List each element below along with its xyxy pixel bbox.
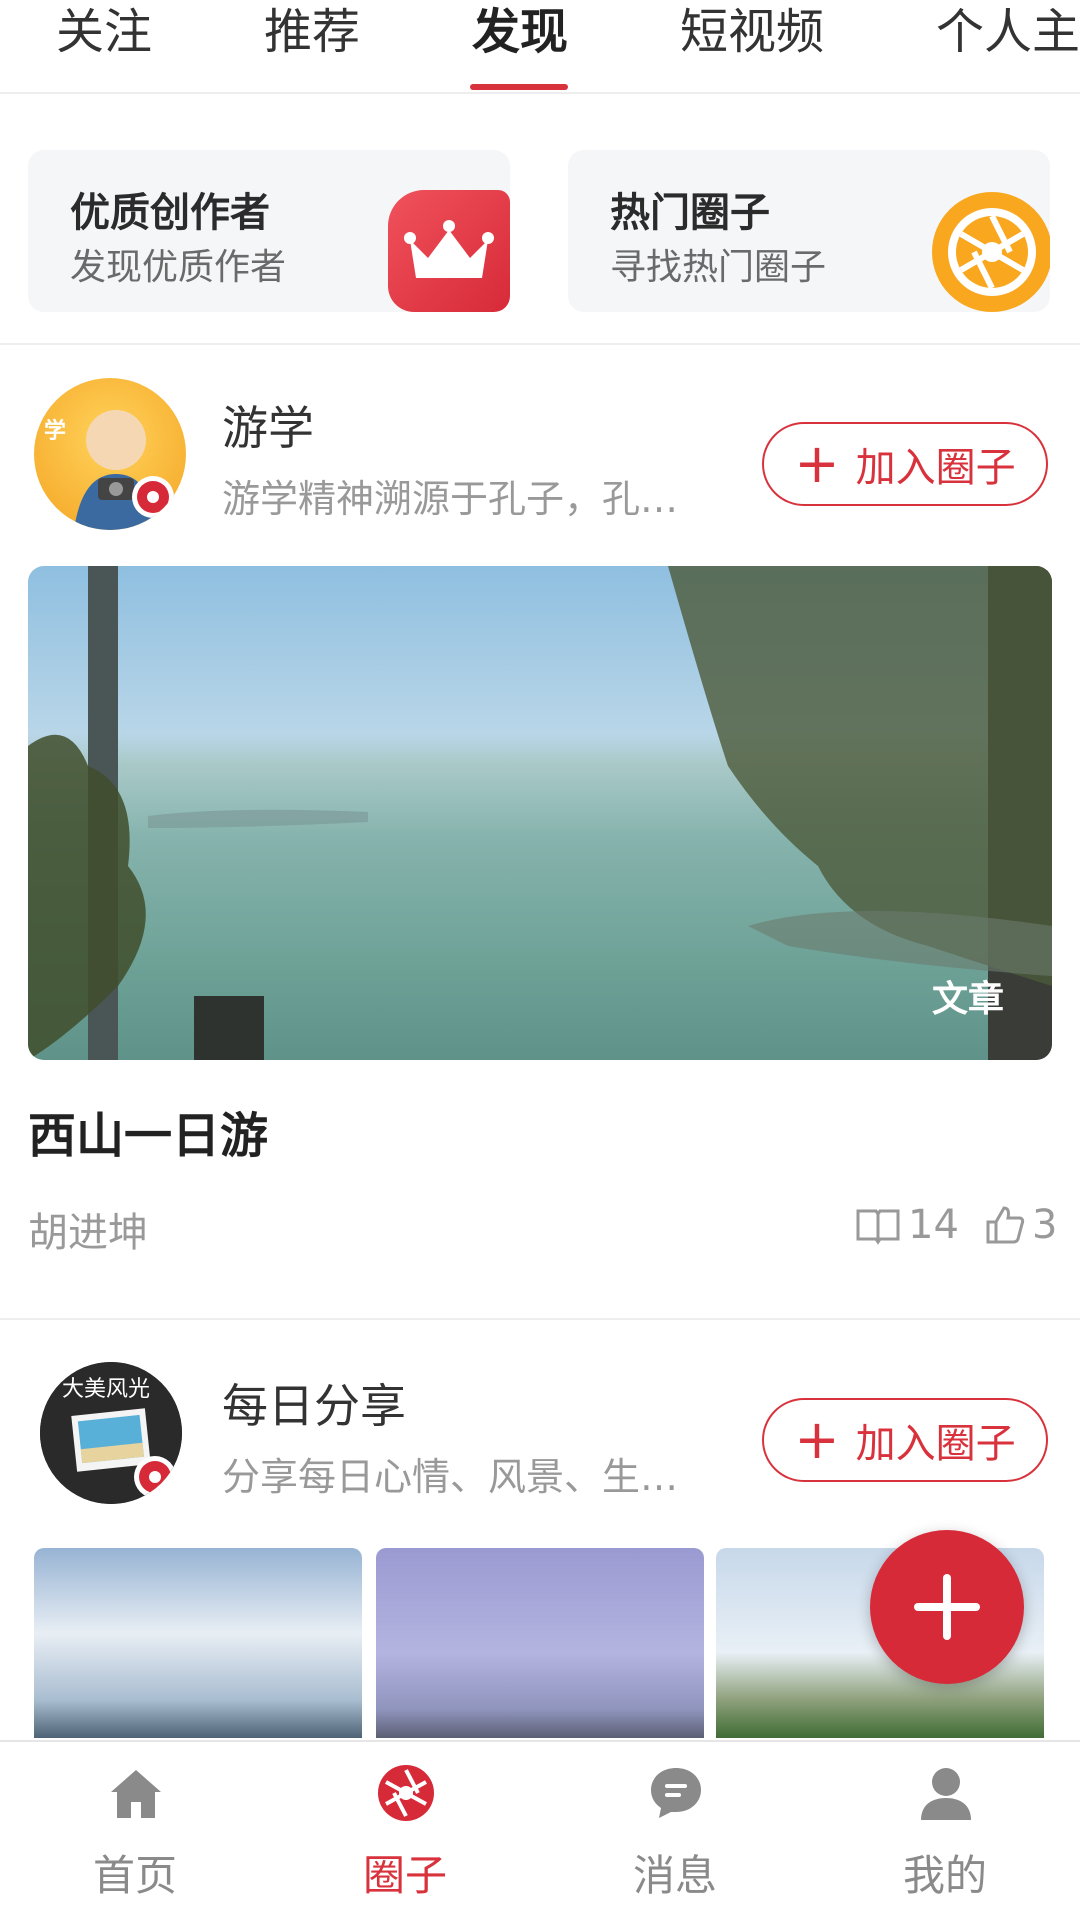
tab-short-video[interactable]: 短视频 [680,0,824,62]
join-label: 加入圈子 [855,445,1016,491]
read-count: 14 [854,1202,959,1248]
post-cover-image[interactable]: 文章 [28,566,1052,1060]
card-title: 热门圈子 [610,190,770,236]
plus-icon: + [794,432,840,495]
book-icon [856,1209,900,1245]
circle-description: 分享每日心情、风景、生… [222,1455,679,1499]
aperture-icon [378,1765,434,1821]
crown-icon [388,190,510,312]
aperture-badge-icon [134,1456,176,1498]
join-circle-button[interactable]: + 加入圈子 [762,422,1048,506]
tab-personal[interactable]: 个人主 [936,0,1080,62]
tab-discover[interactable]: 发现 [472,0,568,62]
svg-text:学: 学 [44,418,66,444]
nav-profile[interactable]: 我的 [810,1742,1080,1922]
nav-label: 圈子 [362,1851,447,1900]
nav-circles[interactable]: 圈子 [270,1742,540,1922]
join-circle-button[interactable]: + 加入圈子 [762,1398,1048,1482]
hot-circles-card[interactable]: 热门圈子 寻找热门圈子 [568,150,1050,312]
aperture-badge-icon [132,476,174,518]
nav-label: 消息 [632,1851,717,1900]
circle-name[interactable]: 每日分享 [222,1370,406,1436]
nav-label: 首页 [92,1851,177,1900]
post-author[interactable]: 胡进坤 [28,1200,148,1258]
svg-text:大美风光: 大美风光 [62,1377,150,1402]
tab-follow[interactable]: 关注 [56,0,152,62]
tab-recommend[interactable]: 推荐 [264,0,360,62]
circle-description: 游学精神溯源于孔子，孔… [222,477,679,521]
active-tab-indicator [470,84,568,90]
aperture-icon [932,192,1050,312]
divider [0,1318,1080,1320]
post-title[interactable]: 西山一日游 [28,1096,268,1166]
card-subtitle: 发现优质作者 [70,247,287,288]
post-thumbnail[interactable] [34,1548,362,1738]
quality-creators-card[interactable]: 优质创作者 发现优质作者 [28,150,510,312]
join-label: 加入圈子 [855,1421,1016,1467]
thumbs-up-icon [986,1206,1025,1244]
bottom-nav: 首页 圈子 消息 我的 [0,1740,1080,1922]
read-count-value: 14 [908,1202,959,1248]
card-subtitle: 寻找热门圈子 [610,247,827,288]
like-count[interactable]: 3 [984,1202,1057,1248]
circle-name[interactable]: 游学 [222,392,314,458]
nav-label: 我的 [902,1851,987,1900]
user-icon [921,1768,971,1820]
like-count-value: 3 [1032,1202,1058,1248]
card-title: 优质创作者 [70,190,270,236]
post-type-tag: 文章 [931,979,1004,1020]
top-tab-bar: 关注 推荐 发现 短视频 个人主 [0,0,1080,94]
message-icon [651,1768,701,1818]
divider [0,343,1080,345]
circle-avatar[interactable]: 学 [34,378,186,530]
plus-icon: + [794,1408,840,1471]
nav-home[interactable]: 首页 [0,1742,270,1922]
nav-messages[interactable]: 消息 [540,1742,810,1922]
create-post-button[interactable] [870,1530,1024,1684]
post-thumbnail[interactable] [376,1548,704,1738]
home-icon [111,1770,161,1818]
circle-avatar[interactable]: 大美风光 [40,1362,182,1504]
